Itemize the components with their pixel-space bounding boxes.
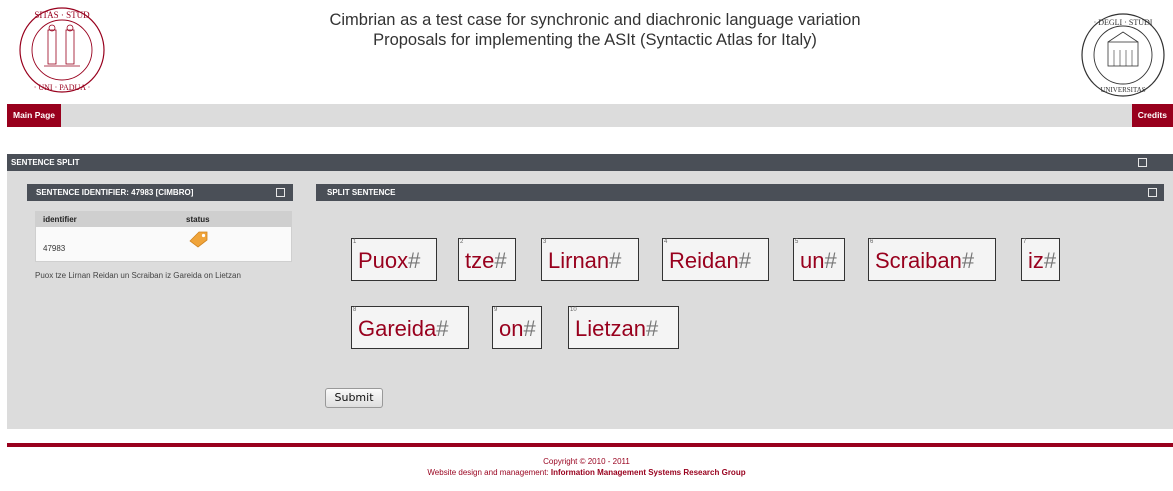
sentence-text: Puox tze Lirnan Reidan un Scraiban iz Ga…	[35, 271, 241, 280]
research-group-link[interactable]: Information Management Systems Research …	[551, 468, 746, 477]
word-text: on	[499, 316, 524, 341]
identifier-title: SENTENCE IDENTIFIER: 47983 [CIMBRO]	[36, 188, 194, 197]
word-number: 7	[1023, 239, 1027, 245]
split-marker[interactable]: #	[1044, 248, 1056, 273]
word-text: Scraiban	[875, 248, 962, 273]
col-identifier: identifier	[43, 215, 77, 224]
university-seal-logo: SITAS · STUD · UNI · PADUA ·	[19, 7, 105, 93]
credits-button[interactable]: Credits	[1131, 104, 1173, 127]
split-title: SPLIT SENTENCE	[327, 188, 396, 197]
svg-text:· DEGLI · STUDI: · DEGLI · STUDI	[1094, 18, 1153, 27]
split-marker[interactable]: #	[494, 248, 506, 273]
identifier-table: identifier status 47983	[35, 211, 292, 262]
tag-icon[interactable]	[188, 230, 210, 248]
identifier-value: 47983	[43, 244, 66, 253]
word-number: 8	[353, 307, 357, 313]
word-token[interactable]: 7 iz#	[1021, 238, 1060, 281]
page: SITAS · STUD · UNI · PADUA · Cimbrian as…	[0, 0, 1173, 491]
word-text: Puox	[358, 248, 409, 273]
footer: Copyright © 2010 - 2011 Website design a…	[0, 456, 1173, 478]
col-status: status	[186, 215, 210, 224]
word-token[interactable]: 9 on#	[492, 306, 542, 349]
word-number: 10	[570, 307, 577, 313]
nav-bar: Main Page Credits	[7, 104, 1173, 127]
word-token[interactable]: 3 Lirnan#	[541, 238, 639, 281]
title-line-2: Proposals for implementing the ASIt (Syn…	[373, 31, 817, 49]
page-title: Cimbrian as a test case for synchronic a…	[200, 10, 990, 50]
footer-divider	[7, 443, 1173, 447]
submit-button[interactable]: Submit	[325, 388, 383, 408]
collapse-panel-icon[interactable]	[1138, 158, 1147, 167]
split-marker[interactable]: #	[646, 316, 658, 341]
split-marker[interactable]: #	[739, 248, 751, 273]
word-number: 1	[353, 239, 357, 245]
word-number: 4	[664, 239, 668, 245]
svg-text:· UNI · PADUA ·: · UNI · PADUA ·	[34, 83, 91, 92]
word-number: 2	[460, 239, 464, 245]
split-marker[interactable]: #	[824, 248, 836, 273]
word-text: Lietzan	[575, 316, 646, 341]
main-page-button[interactable]: Main Page	[7, 104, 62, 127]
table-header: identifier status	[36, 212, 291, 227]
panel-title: SENTENCE SPLIT	[11, 158, 80, 167]
split-marker[interactable]: #	[408, 248, 420, 273]
table-row[interactable]: 47983	[36, 227, 291, 261]
word-text: iz	[1028, 248, 1044, 273]
design-prefix: Website design and management:	[427, 468, 551, 477]
word-text: Lirnan	[548, 248, 610, 273]
word-token[interactable]: 5 un#	[793, 238, 845, 281]
split-sentence-header: SPLIT SENTENCE	[316, 184, 1164, 201]
word-token[interactable]: 6 Scraiban#	[868, 238, 996, 281]
sentence-split-header: SENTENCE SPLIT	[7, 154, 1173, 171]
word-text: un	[800, 248, 825, 273]
word-number: 5	[795, 239, 799, 245]
word-token[interactable]: 4 Reidan#	[662, 238, 769, 281]
word-number: 6	[870, 239, 874, 245]
word-token[interactable]: 10 Lietzan#	[568, 306, 679, 349]
word-number: 3	[543, 239, 547, 245]
copyright-text: Copyright © 2010 - 2011	[543, 457, 630, 466]
title-line-1: Cimbrian as a test case for synchronic a…	[329, 11, 861, 29]
word-token[interactable]: 2 tze#	[458, 238, 516, 281]
collapse-split-icon[interactable]	[1148, 188, 1157, 197]
split-marker[interactable]: #	[609, 248, 621, 273]
collapse-identifier-icon[interactable]	[276, 188, 285, 197]
design-credit: Website design and management: Informati…	[0, 467, 1173, 478]
split-marker[interactable]: #	[436, 316, 448, 341]
sentence-split-panel: SENTENCE SPLIT SENTENCE IDENTIFIER: 4798…	[7, 154, 1173, 429]
svg-text:SITAS · STUD: SITAS · STUD	[34, 10, 90, 20]
split-marker[interactable]: #	[523, 316, 535, 341]
word-number: 9	[494, 307, 498, 313]
university-emblem-logo: · DEGLI · STUDI UNIVERSITAS	[1081, 13, 1165, 97]
word-token[interactable]: 8 Gareida#	[351, 306, 469, 349]
identifier-header: SENTENCE IDENTIFIER: 47983 [CIMBRO]	[27, 184, 293, 201]
split-marker[interactable]: #	[962, 248, 974, 273]
word-token[interactable]: 1 Puox#	[351, 238, 437, 281]
word-text: tze	[465, 248, 495, 273]
word-text: Reidan	[669, 248, 739, 273]
svg-text:UNIVERSITAS: UNIVERSITAS	[1100, 86, 1145, 94]
word-text: Gareida	[358, 316, 437, 341]
